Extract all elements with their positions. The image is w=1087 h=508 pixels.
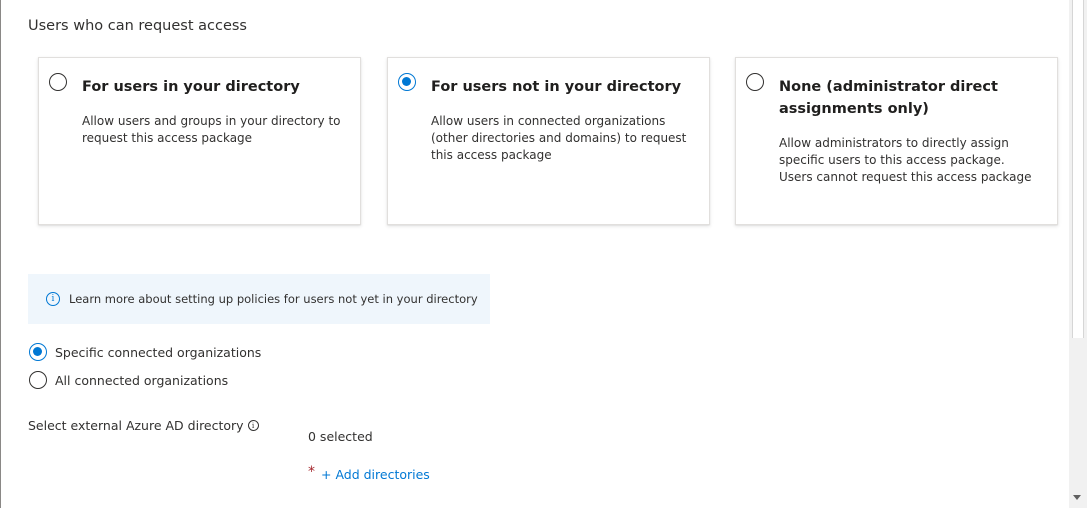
- card-title: None (administrator direct assignments o…: [779, 79, 998, 117]
- card-users-not-in-directory[interactable]: For users not in your directory Allow us…: [387, 57, 710, 225]
- radio-all-connected-orgs[interactable]: [29, 371, 47, 389]
- vertical-scrollbar[interactable]: [1069, 0, 1087, 508]
- option-label: Specific connected organizations: [55, 344, 262, 360]
- card-description: Allow users and groups in your directory…: [82, 114, 341, 145]
- radio-specific-connected-orgs[interactable]: [29, 343, 47, 361]
- add-directories-link[interactable]: + Add directories: [321, 467, 430, 482]
- required-marker: *: [308, 464, 315, 480]
- scroll-down-arrow-icon[interactable]: [1073, 495, 1081, 500]
- card-description: Allow users in connected organizations (…: [431, 114, 687, 162]
- learn-more-link[interactable]: Learn more about setting up policies for…: [69, 292, 478, 306]
- option-specific-connected-orgs[interactable]: Specific connected organizations: [29, 343, 261, 361]
- card-description: Allow administrators to directly assign …: [779, 136, 1032, 184]
- field-label-text: Select external Azure AD directory: [28, 418, 244, 433]
- radio-users-not-in-directory[interactable]: [398, 73, 416, 91]
- select-directory-label: Select external Azure AD directory i: [28, 418, 259, 433]
- card-users-in-directory[interactable]: For users in your directory Allow users …: [38, 57, 361, 225]
- radio-none-admin-only[interactable]: [746, 73, 764, 91]
- card-title: For users in your directory: [82, 79, 300, 95]
- access-policy-panel: Users who can request access For users i…: [0, 0, 1069, 508]
- scrollbar-thumb[interactable]: [1072, 0, 1084, 338]
- option-label: All connected organizations: [55, 372, 229, 388]
- info-message-bar: i Learn more about setting up policies f…: [28, 274, 490, 324]
- radio-users-in-directory[interactable]: [49, 73, 67, 91]
- card-title: For users not in your directory: [431, 79, 682, 95]
- card-none-admin-only[interactable]: None (administrator direct assignments o…: [735, 57, 1058, 225]
- option-all-connected-orgs[interactable]: All connected organizations: [29, 371, 228, 389]
- section-title: Users who can request access: [28, 18, 247, 34]
- selected-count: 0 selected: [308, 429, 373, 444]
- info-icon[interactable]: i: [247, 420, 259, 431]
- info-icon: i: [46, 292, 60, 306]
